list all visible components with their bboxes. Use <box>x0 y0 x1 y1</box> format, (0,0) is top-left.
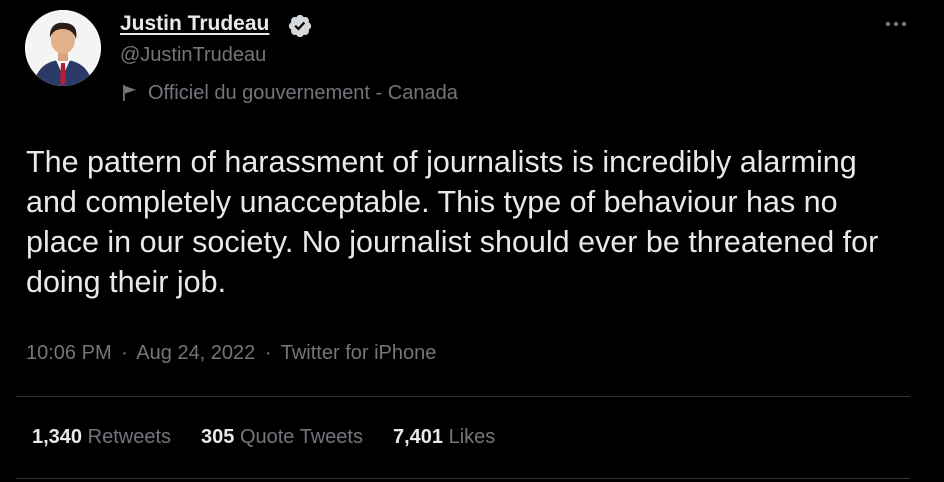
tweet-stats: 1,340 Retweets 305 Quote Tweets 7,401 Li… <box>32 426 525 449</box>
quote-tweets-count: 305 <box>201 426 235 448</box>
avatar-photo-icon <box>25 10 101 86</box>
government-label-text: Officiel du gouvernement - Canada <box>148 81 458 104</box>
avatar[interactable] <box>25 10 101 86</box>
retweets-label: Retweets <box>87 426 171 448</box>
government-label: Officiel du gouvernement - Canada <box>120 81 458 105</box>
more-options-button[interactable] <box>876 10 916 38</box>
author-handle[interactable]: @JustinTrudeau <box>120 44 266 67</box>
retweets-count: 1,340 <box>32 426 83 448</box>
author-name[interactable]: Justin Trudeau <box>120 12 269 36</box>
tweet-card: Justin Trudeau @JustinTrudeau Officiel d… <box>0 0 944 482</box>
likes-stat[interactable]: 7,401 Likes <box>393 426 495 449</box>
divider <box>16 396 910 397</box>
tweet-time[interactable]: 10:06 PM <box>26 342 112 364</box>
tweet-source[interactable]: Twitter for iPhone <box>281 342 437 364</box>
tweet-text: The pattern of harassment of journalists… <box>26 145 879 299</box>
likes-label: Likes <box>448 426 496 448</box>
more-horizontal-icon <box>885 21 907 27</box>
quote-tweets-label: Quote Tweets <box>239 426 363 448</box>
verified-badge-icon <box>288 14 312 38</box>
separator: · <box>121 342 128 364</box>
quote-tweets-stat[interactable]: 305 Quote Tweets <box>201 426 363 449</box>
divider <box>16 478 910 479</box>
tweet-date[interactable]: Aug 24, 2022 <box>136 342 255 364</box>
likes-count: 7,401 <box>392 426 444 448</box>
retweets-stat[interactable]: 1,340 Retweets <box>32 426 171 449</box>
separator: · <box>264 342 272 364</box>
tweet-meta: 10:06 PM · Aug 24, 2022 · Twitter for iP… <box>26 342 436 365</box>
flag-icon <box>123 85 136 101</box>
